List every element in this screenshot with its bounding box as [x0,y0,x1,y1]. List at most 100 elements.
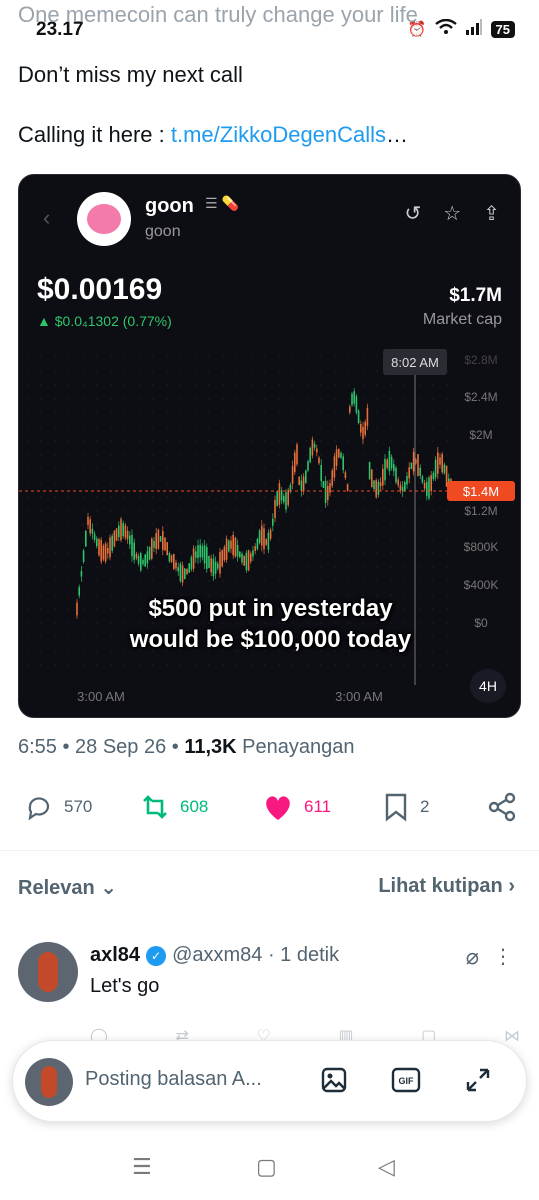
avatar[interactable] [18,942,78,1002]
candle-body [113,530,116,547]
candle-body [96,538,98,547]
reply-input[interactable]: Posting balasan A... [85,1068,295,1091]
candle-body [366,407,369,426]
candle-body [357,410,360,424]
view-quotes-link[interactable]: Lihat kutipan › [378,875,515,898]
reply-composer: Posting balasan A... GIF [12,1040,527,1122]
y-tick-label: $400K [464,578,499,592]
mute-icon[interactable]: 4H [470,669,506,703]
engagement-bar: 570 608 611 2 [0,786,539,830]
token-ticker: goon [145,223,181,240]
candle-body [93,533,96,540]
y-tick-label: $2.8M [464,353,497,367]
like-button[interactable]: 611 [262,792,331,822]
candle-body [219,551,221,574]
history-icon: ↺ [404,203,422,225]
tweet-link[interactable]: t.me/ZikkoDegenCalls [171,122,386,147]
expand-icon[interactable] [463,1065,493,1095]
tweet-text: Calling it here : [18,122,171,147]
like-count: 611 [304,797,332,816]
candle-body [208,556,210,568]
candle-body [236,544,239,557]
gif-icon[interactable]: GIF [391,1065,421,1095]
heart-icon [266,796,290,820]
share-button[interactable] [486,792,518,822]
reply-button[interactable]: 570 [24,792,92,822]
candle-body [311,439,314,456]
candle-body [142,560,144,565]
candle-body [342,456,344,471]
candle-body [291,466,294,484]
back-icon[interactable]: ◁ [378,1154,395,1180]
candle-body [190,557,193,570]
video-caption: $500 put in yesterday would be $100,000 … [19,593,520,655]
candle-body [441,453,443,473]
candle-body [364,421,366,435]
candle-body [388,450,391,472]
divider [0,850,539,851]
candle-body [423,482,426,489]
image-icon[interactable] [319,1065,349,1095]
candle-body [107,548,109,554]
candle-body [170,555,173,562]
candle-body [300,480,303,491]
candle-body [206,547,208,569]
recents-icon[interactable]: ☰ [132,1154,152,1180]
candle-body [221,550,223,567]
reply-author-name[interactable]: axl84 [90,944,140,967]
candle-body [406,476,408,485]
home-icon[interactable]: ▢ [256,1154,277,1180]
candle-body [232,534,234,556]
candle-body [318,457,320,464]
candle-body [181,565,184,583]
candle-body [201,546,204,558]
current-marker: $1.4M [463,484,499,499]
candle-body [443,464,446,473]
candle-body [351,393,353,406]
bookmark-count: 2 [420,797,430,816]
y-tick-label: $2M [469,428,492,442]
bookmark-button[interactable]: 2 [382,792,429,822]
candle-body [278,483,281,505]
tweet-meta: 6:55 • 28 Sep 26 • 11,3K Penayangan [18,736,355,759]
candle-body [338,449,340,458]
candle-body [393,464,395,472]
candle-body [100,539,102,562]
bookmark-icon [385,793,407,822]
media-actions: ↺ ☆ ⇪ [405,201,500,226]
signal-icon [465,19,483,39]
candle-body [230,540,232,549]
candle-body [437,452,439,474]
candle-body [186,568,188,575]
share-icon[interactable]: ⋈ [504,1026,520,1046]
candle-body [335,449,338,466]
candle-body [305,470,307,483]
candle-body [188,563,190,573]
candle-body [82,550,85,562]
candle-body [166,542,168,556]
timeframe-badge: 4H [479,678,497,694]
hover-time: 8:02 AM [391,355,439,370]
candle-body [91,528,94,534]
token-price: $0.00169 [37,273,163,306]
candle-body [184,568,186,579]
candle-body [140,553,142,571]
candle-body [212,558,215,577]
candle-body [327,485,329,501]
token-badge-icons: ☰ 💊 [205,195,239,211]
grok-icon[interactable]: ⌀ [466,944,479,970]
reply-handle: @axxm84 · 1 detik [172,944,340,966]
candle-body [439,457,441,465]
views-label: Penayangan [236,736,355,758]
candle-body [432,472,435,480]
candle-body [382,468,384,486]
more-options-icon[interactable]: ⋮ [493,944,513,969]
candle-body [234,537,237,557]
sort-dropdown[interactable]: Relevan ⌄ [18,875,117,900]
candle-body [390,456,393,469]
repost-button[interactable]: 608 [140,792,208,822]
video-player[interactable]: ‹ goon ☰ 💊 goon ↺ ☆ ⇪ $0.00169 ▲ $0.0₄13… [18,174,521,718]
candle-body [417,454,419,477]
candle-body [360,424,362,433]
share-up-icon: ⇪ [483,203,500,225]
